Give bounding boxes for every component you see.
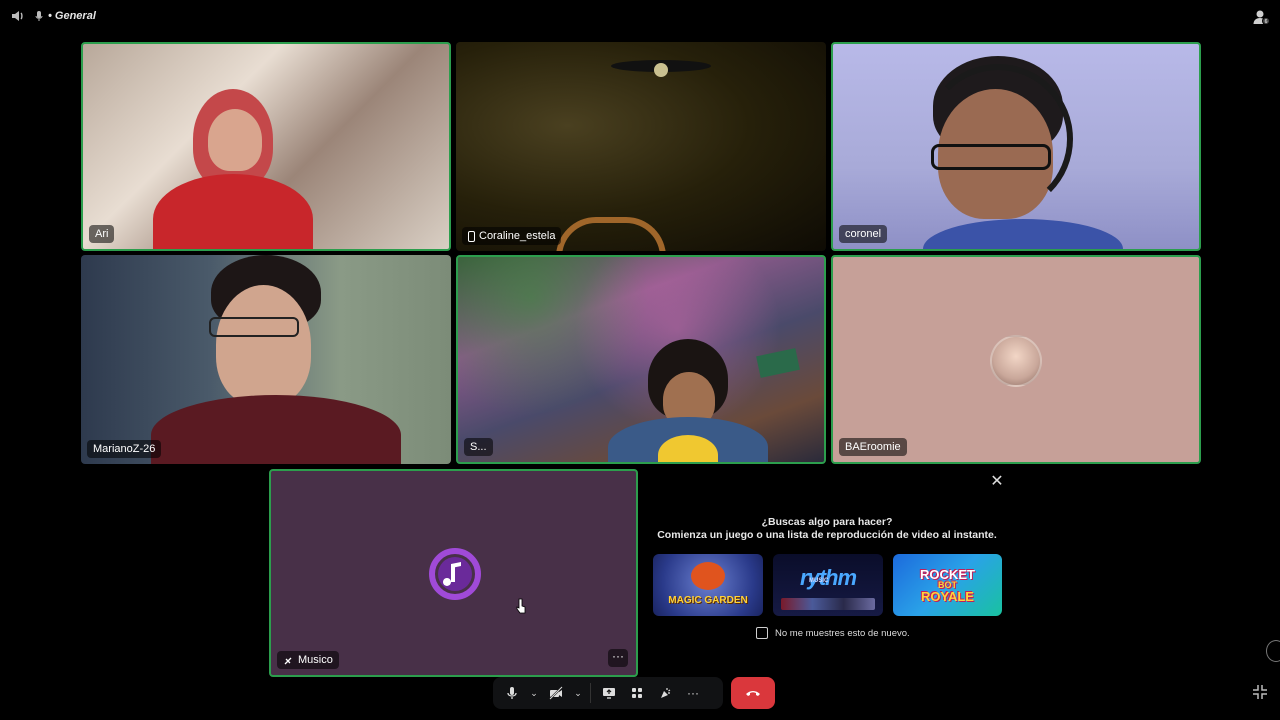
participant-name: Coraline_estela [479,230,556,242]
activities-button[interactable] [624,679,650,707]
soundboard-icon [661,688,671,698]
invite-people-icon[interactable]: 6 [1252,8,1270,26]
music-note-icon [429,548,481,600]
game-preview-strip [781,598,875,610]
game-title-bottom: ROYALE [921,588,974,604]
game-cards: MAGIC GARDEN rythm MUSIC ROCKET BOT ROYA… [653,554,1002,616]
participant-shirt [153,174,313,249]
dont-show-checkbox[interactable] [756,627,768,639]
top-bar: • General 6 [0,0,1280,32]
dont-show-again[interactable]: No me muestres esto de nuevo. [756,627,910,639]
avatar [990,335,1042,387]
microphone-options-chevron-icon[interactable]: ⌄ [527,679,541,707]
chair [556,217,666,251]
video-tile-mariano[interactable]: MarianoZ-26 [81,255,451,464]
soundboard-button[interactable] [652,679,678,707]
camera-options-chevron-icon[interactable]: ⌄ [571,679,585,707]
dont-show-label: No me muestres esto de nuevo. [775,627,910,639]
pumpkin-icon [691,562,725,590]
participant-label: S... [464,438,493,456]
mobile-icon [468,230,475,242]
game-card-magic-garden[interactable]: MAGIC GARDEN [653,554,763,616]
participant-label: coronel [839,225,888,243]
activity-heading-line2: Comienza un juego o una lista de reprodu… [657,529,997,541]
hang-up-icon [746,691,760,696]
close-icon[interactable]: ✕ [989,474,1005,490]
game-card-rythm[interactable]: rythm MUSIC [773,554,883,616]
glasses [209,317,299,337]
exit-fullscreen-icon[interactable] [1252,684,1268,700]
activity-suggestion-panel: ✕ ¿Buscas algo para hacer? Comienza un j… [644,470,1014,678]
headset [923,64,1073,214]
ceiling-fan-icon [611,60,711,77]
mouse-cursor-icon [516,598,526,614]
participant-name: Musico [298,654,333,666]
microphone-icon [507,687,517,699]
activity-heading-line1: ¿Buscas algo para hacer? [761,516,893,528]
speaker-icon[interactable] [10,8,26,24]
participant-label: MarianoZ-26 [87,440,162,458]
camera-off-icon [549,686,563,700]
more-options-button[interactable]: ··· [680,679,706,707]
video-tile-musico[interactable]: Musico ··· [269,469,638,677]
channel-title: • General [48,10,96,22]
participant-name: Ari [95,228,109,240]
participant-label: Coraline_estela [462,227,562,245]
video-tile-coronel[interactable]: coronel [831,42,1201,251]
screen-share-button[interactable] [596,679,622,707]
disconnect-button[interactable] [731,677,775,709]
screen-share-icon [603,688,615,699]
video-tile-ari[interactable]: Ari [81,42,451,251]
svg-text:6: 6 [1265,19,1268,25]
participant-name: MarianoZ-26 [93,443,156,455]
participant-face [208,109,262,171]
divider [590,683,591,703]
video-tile-baeroomie[interactable]: BAEroomie [831,255,1201,464]
participant-name: S... [470,441,487,453]
participant-label: Musico [277,651,339,669]
activities-icon [632,688,642,698]
game-title: ROCKET BOT ROYALE [920,568,975,603]
participant-shirt [151,395,401,464]
participant-face [216,285,311,405]
participant-shirt [923,219,1123,249]
participant-name: coronel [845,228,882,240]
game-card-rocket-bot-royale[interactable]: ROCKET BOT ROYALE [893,554,1002,616]
camera-button[interactable] [543,679,569,707]
video-tile-coraline[interactable]: Coraline_estela [456,42,826,251]
participant-name: BAEroomie [845,441,901,453]
microphone-button[interactable] [499,679,525,707]
participant-label: BAEroomie [839,438,907,456]
call-control-bar: ⌄ ⌄ ··· [493,677,723,709]
bot-icon [284,657,292,664]
game-title: MAGIC GARDEN [668,595,748,606]
participant-label: Ari [89,225,115,243]
activity-heading: ¿Buscas algo para hacer? Comienza un jue… [644,516,1010,542]
more-options-button[interactable]: ··· [608,649,628,667]
game-subtitle: MUSIC [809,578,829,584]
voice-channel-icon [35,11,43,21]
expand-sidebar-handle[interactable] [1266,640,1280,662]
video-tile-stream[interactable]: S... [456,255,826,464]
